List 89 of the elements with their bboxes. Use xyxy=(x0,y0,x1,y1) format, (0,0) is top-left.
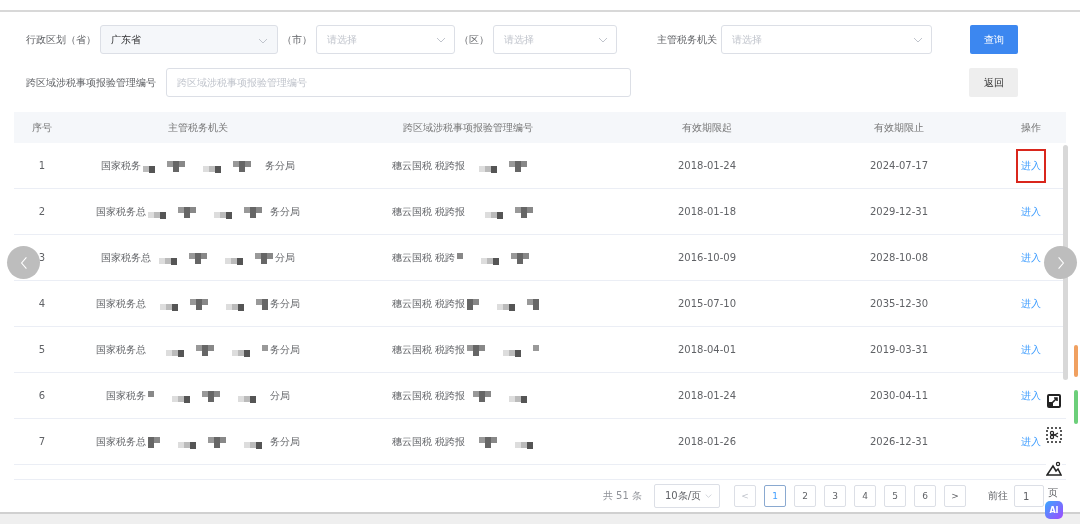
enter-link[interactable]: 进入 xyxy=(1015,194,1046,229)
chevron-right-icon xyxy=(1056,255,1065,270)
table-cell: 6 xyxy=(38,390,46,401)
table-cell: 2028-10-08 xyxy=(869,252,929,263)
search-button[interactable]: 查询 xyxy=(969,25,1018,54)
chevron-down-icon xyxy=(257,38,268,44)
table-cell: 国家税务总 xyxy=(95,434,146,449)
column-header: 操作 xyxy=(1020,120,1041,135)
table-cell: 2016-10-09 xyxy=(677,252,737,263)
table-cell: 2019-03-31 xyxy=(869,344,929,355)
enter-link[interactable]: 进入 xyxy=(1015,240,1046,275)
field-label: （市） xyxy=(281,32,312,47)
page-button[interactable]: 4 xyxy=(854,485,876,507)
table-cell: 务分局 xyxy=(269,434,300,449)
total-count: 共 51 条 xyxy=(602,489,642,503)
table-cell: 2024-07-17 xyxy=(869,160,929,171)
page-button[interactable]: 6 xyxy=(914,485,936,507)
field-label: 跨区域涉税事项报验管理编号 xyxy=(26,75,156,90)
table-cell: 国家税务 xyxy=(100,158,141,173)
prev-page-button[interactable]: < xyxy=(734,485,756,507)
table-cell: 穗云国税 税跨 xyxy=(392,250,456,265)
table-cell: 2018-01-24 xyxy=(677,160,737,171)
side-indicator xyxy=(1074,390,1078,424)
table-cell: 分局 xyxy=(274,250,295,265)
table-cell: 4 xyxy=(38,298,46,309)
table-cell: 国家税务 xyxy=(105,388,146,403)
enter-link[interactable]: 进入 xyxy=(1015,378,1046,413)
table-cell: 分局 xyxy=(269,388,290,403)
table-cell: 穗云国税 税跨报 xyxy=(392,204,466,219)
page-button[interactable]: 5 xyxy=(884,485,906,507)
table-cell: 1 xyxy=(38,160,46,171)
table-cell: 2018-01-24 xyxy=(677,390,737,401)
chevron-down-icon xyxy=(598,37,609,43)
table-cell: 务分局 xyxy=(269,204,300,219)
table-cell: 2 xyxy=(38,206,46,217)
table-cell: 2026-12-31 xyxy=(869,436,929,447)
table-cell: 3 xyxy=(38,252,46,263)
scissors-icon[interactable] xyxy=(1046,427,1062,443)
chevron-down-icon xyxy=(912,37,923,43)
page-button[interactable]: 2 xyxy=(794,485,816,507)
table-cell: 务分局 xyxy=(269,296,300,311)
page-number-field[interactable]: 1 xyxy=(1014,485,1044,507)
enter-link[interactable]: 进入 xyxy=(1015,332,1046,367)
table-cell: 穗云国税 税跨报 xyxy=(392,342,466,357)
table-cell: 穗云国税 税跨报 xyxy=(392,388,466,403)
field-label: 主管税务机关 xyxy=(657,32,718,47)
chevron-down-icon xyxy=(705,493,712,499)
table-cell: 国家税务总 xyxy=(95,342,146,357)
side-indicator xyxy=(1074,345,1078,377)
table-cell: 2018-01-26 xyxy=(677,436,737,447)
next-page-button[interactable]: > xyxy=(944,485,966,507)
page-size-dropdown[interactable]: 10条/页 xyxy=(654,484,720,508)
table-cell: 穗云国税 税跨报 xyxy=(392,434,466,449)
mountain-icon[interactable] xyxy=(1046,461,1062,477)
enter-link[interactable]: 进入 xyxy=(1015,286,1046,321)
table-cell: 务分局 xyxy=(264,158,295,173)
column-header: 有效期限止 xyxy=(874,120,924,135)
table-cell: 2030-04-11 xyxy=(869,390,929,401)
enter-link[interactable]: 进入 xyxy=(1015,424,1046,459)
goto-label: 前往 xyxy=(988,489,1008,503)
dropdown-field[interactable]: 广东省 xyxy=(100,25,278,54)
column-header: 主管税务机关 xyxy=(167,120,228,135)
column-header: 跨区域涉税事项报验管理编号 xyxy=(403,120,533,135)
table-cell: 2015-07-10 xyxy=(677,298,737,309)
field-label: 行政区划（省） xyxy=(26,32,96,47)
table-cell: 国家税务总 xyxy=(95,296,146,311)
column-header: 有效期限起 xyxy=(682,120,732,135)
field-label: （区） xyxy=(458,32,489,47)
page-button[interactable]: 3 xyxy=(824,485,846,507)
table-cell: 国家税务总 xyxy=(100,250,151,265)
chevron-down-icon xyxy=(435,37,446,43)
table-cell: 穗云国税 税跨报 xyxy=(392,296,466,311)
table-cell: 7 xyxy=(38,436,46,447)
table-cell: 务分局 xyxy=(269,342,300,357)
expand-icon[interactable] xyxy=(1046,393,1062,409)
ai-assistant-button[interactable]: AI xyxy=(1045,501,1063,519)
column-header: 序号 xyxy=(32,120,52,135)
table-cell: 2018-04-01 xyxy=(677,344,737,355)
back-button[interactable]: 返回 xyxy=(969,68,1018,97)
table-cell: 2035-12-30 xyxy=(869,298,929,309)
table-cell: 5 xyxy=(38,344,46,355)
table-cell: 2018-01-18 xyxy=(677,206,737,217)
page-button[interactable]: 1 xyxy=(764,485,786,507)
table-cell: 国家税务总 xyxy=(95,204,146,219)
table-cell: 穗云国税 税跨报 xyxy=(392,158,466,173)
chevron-left-icon xyxy=(19,255,28,270)
enter-link[interactable]: 进入 xyxy=(1015,148,1046,183)
page-suffix: 页 xyxy=(1048,486,1058,500)
table-cell: 2029-12-31 xyxy=(869,206,929,217)
